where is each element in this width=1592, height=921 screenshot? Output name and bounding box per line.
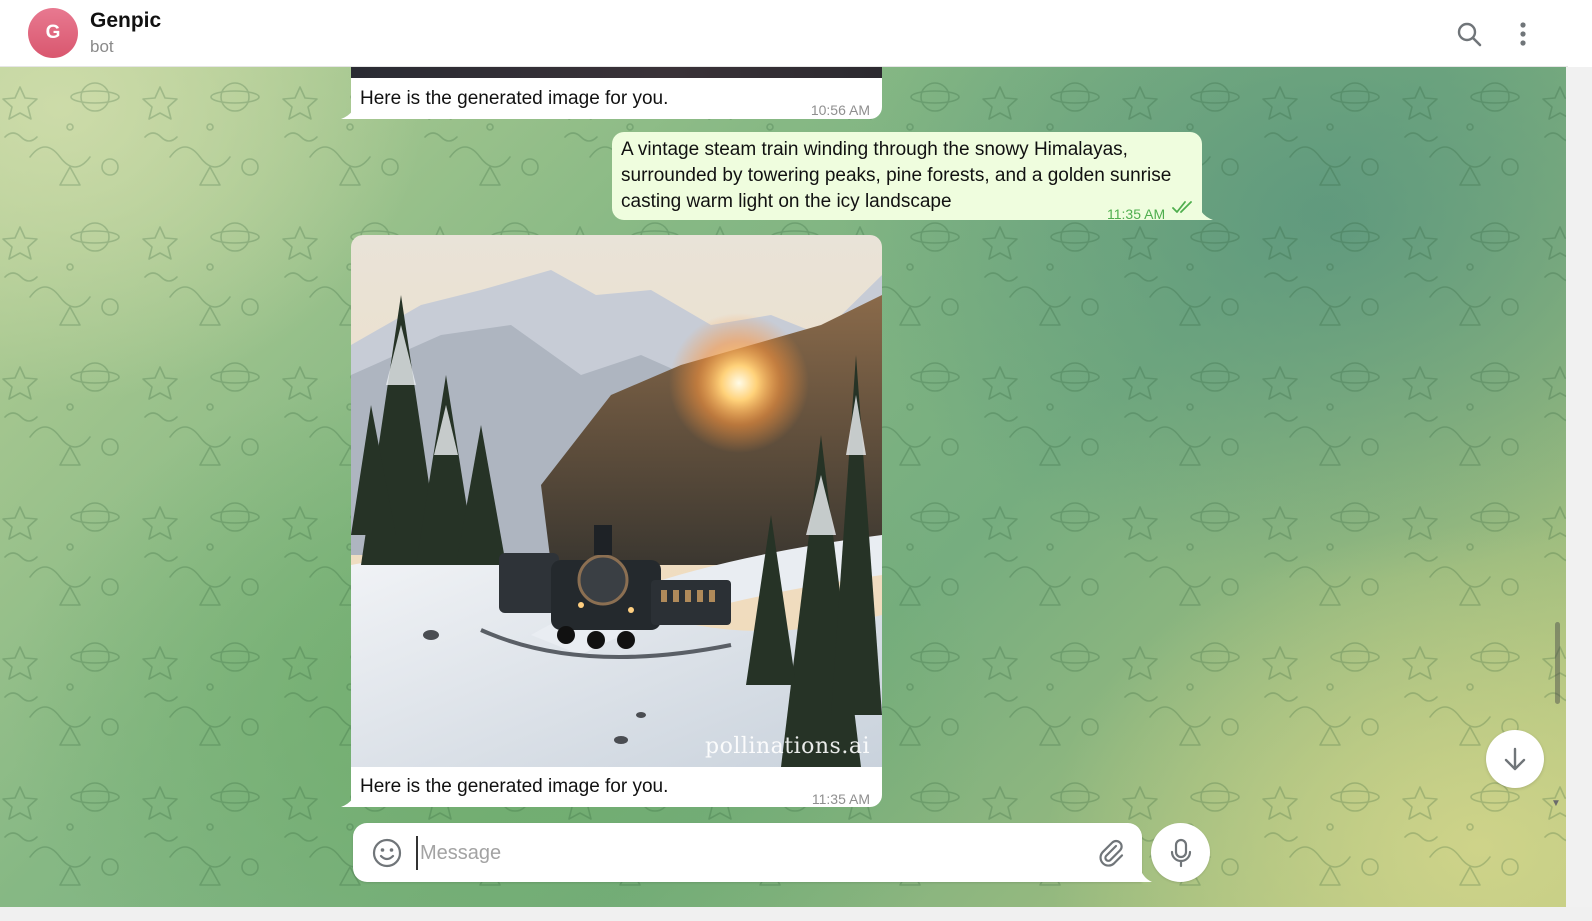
paperclip-icon bbox=[1099, 839, 1124, 867]
message-line: A vintage steam train winding through th… bbox=[621, 139, 1128, 160]
bubble-tail bbox=[341, 110, 353, 119]
attach-button[interactable] bbox=[1096, 838, 1126, 868]
chat-subtitle: bot bbox=[90, 37, 114, 56]
more-menu-button[interactable] bbox=[1503, 14, 1543, 54]
bubble-tail bbox=[341, 798, 353, 807]
more-vertical-icon bbox=[1520, 22, 1526, 46]
message-input[interactable] bbox=[416, 836, 1082, 870]
chat-title[interactable]: Genpic bbox=[90, 9, 161, 33]
message-time: 10:56 AM bbox=[810, 102, 870, 118]
smile-icon bbox=[372, 838, 402, 868]
message-bubble: Here is the generated image for you. 10:… bbox=[351, 78, 882, 119]
message-bubble: Here is the generated image for you. 11:… bbox=[351, 767, 882, 807]
chat-background: Here is the generated image for you. 10:… bbox=[0, 67, 1566, 907]
microphone-icon bbox=[1170, 838, 1191, 867]
chat-header: G Genpic bot bbox=[0, 0, 1568, 67]
arrow-down-icon bbox=[1504, 747, 1526, 771]
message-bubble: A vintage steam train winding through th… bbox=[612, 132, 1202, 222]
message-time: 11:35 AM bbox=[811, 791, 870, 807]
generated-image[interactable]: pollinations.ai bbox=[351, 235, 882, 767]
double-check-icon bbox=[1172, 201, 1192, 213]
window-bottom-edge bbox=[0, 907, 1592, 921]
bubble-tail bbox=[1201, 211, 1213, 220]
emoji-button[interactable] bbox=[370, 836, 404, 870]
message-time: 11:35 AM bbox=[1107, 206, 1166, 222]
search-button[interactable] bbox=[1449, 14, 1489, 54]
message-line: surrounded by towering peaks, pine fores… bbox=[621, 165, 1172, 186]
previous-image-bottom[interactable] bbox=[351, 67, 882, 78]
message-text: Here is the generated image for you. bbox=[360, 88, 669, 109]
composer-tail bbox=[1140, 868, 1152, 882]
message-composer bbox=[353, 823, 1142, 882]
scroll-down-button[interactable] bbox=[1486, 730, 1544, 788]
train-landscape-image bbox=[351, 235, 882, 767]
image-watermark: pollinations.ai bbox=[705, 734, 870, 759]
scroll-down-arrow[interactable]: ▼ bbox=[1551, 798, 1561, 809]
voice-record-button[interactable] bbox=[1151, 823, 1210, 882]
scrollbar-track[interactable] bbox=[1566, 67, 1592, 907]
scrollbar-thumb[interactable] bbox=[1555, 622, 1560, 704]
message-text: Here is the generated image for you. bbox=[360, 776, 669, 797]
avatar[interactable]: G bbox=[28, 8, 78, 58]
search-icon bbox=[1457, 22, 1482, 47]
